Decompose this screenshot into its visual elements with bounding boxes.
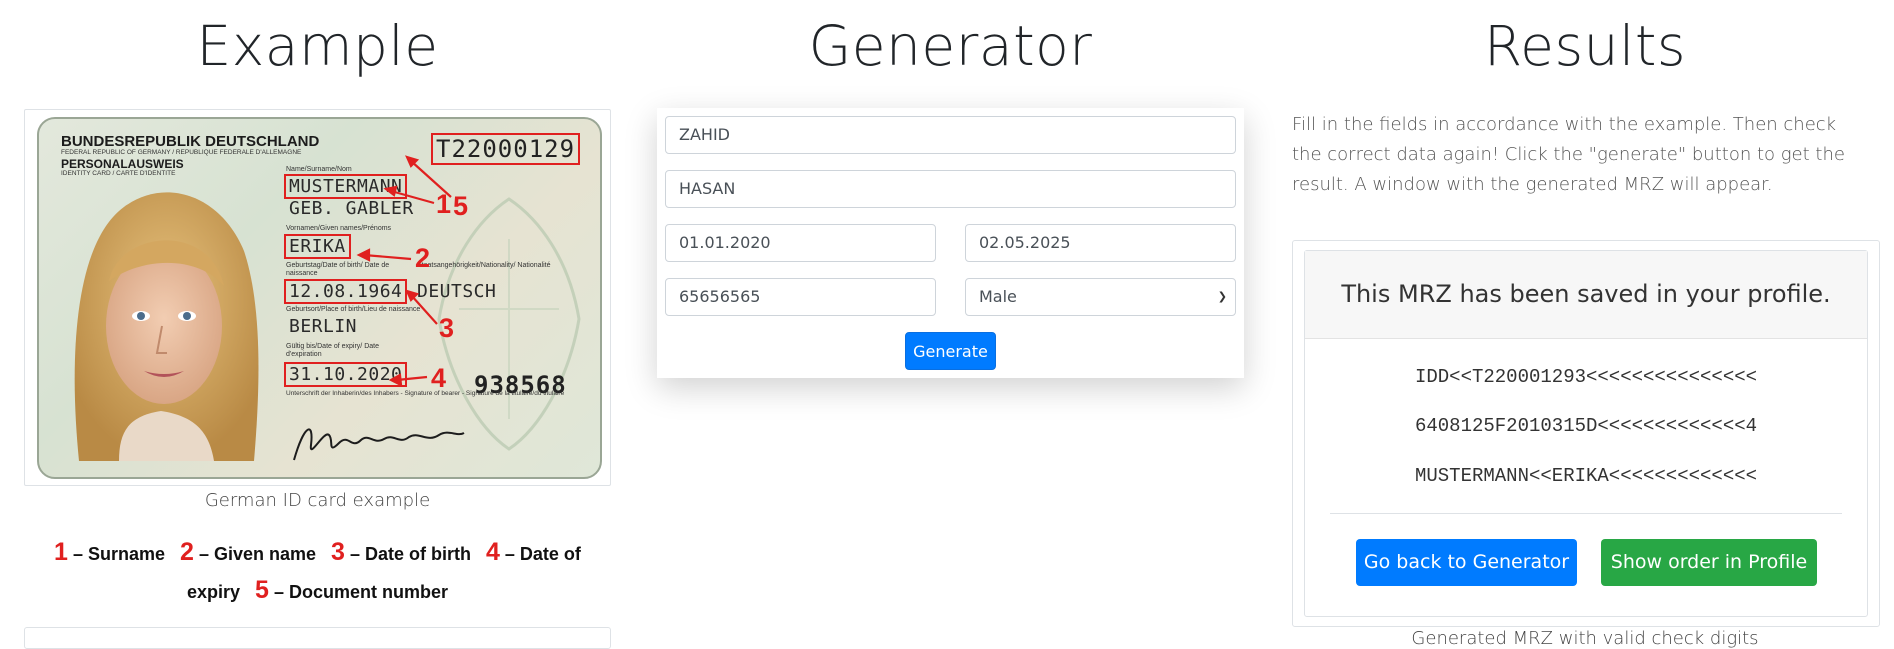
given-name-input[interactable]: HASAN	[665, 170, 1236, 208]
next-section-frame	[24, 627, 611, 649]
saved-message: This MRZ has been saved in your profile.	[1305, 251, 1867, 339]
legend-num-3: 3	[331, 538, 345, 566]
generator-form: ZAHID HASAN 01.01.2020 02.05.2025 656565…	[657, 108, 1244, 378]
marker-2: 2	[415, 243, 431, 273]
legend-num-4: 4	[485, 538, 500, 566]
dob-input[interactable]: 01.01.2020	[665, 224, 936, 262]
id-card-image: BUNDESREPUBLIK DEUTSCHLAND FEDERAL REPUB…	[37, 117, 602, 479]
generator-title: Generator	[808, 14, 1093, 78]
example-title: Example	[196, 14, 439, 78]
annotation-arrows	[356, 155, 452, 387]
mrz-line-3: MUSTERMANN<<ERIKA<<<<<<<<<<<<<	[1414, 465, 1758, 487]
legend-num-1: 1	[54, 538, 68, 566]
chevron-down-icon: ❯	[1217, 290, 1227, 303]
legend-num-2: 2	[180, 538, 194, 566]
legend-text-1: – Surname	[72, 544, 166, 564]
results-title: Results	[1483, 14, 1687, 78]
divider	[1330, 513, 1842, 514]
results-description: Fill in the fields in accordance with th…	[1292, 114, 1845, 195]
marker-1: 1	[436, 189, 452, 219]
show-order-button[interactable]: Show order in Profile	[1601, 539, 1817, 586]
id-card-example-figure: BUNDESREPUBLIK DEUTSCHLAND FEDERAL REPUB…	[24, 109, 611, 486]
mrz-line-2: 6408125F2010315D<<<<<<<<<<<<<4	[1414, 415, 1758, 437]
field-legend: 1 – Surname 2 – Given name 3 – Date of b…	[24, 534, 611, 610]
marker-3: 3	[439, 313, 455, 343]
marker-4: 4	[431, 363, 447, 393]
results-panel: This MRZ has been saved in your profile.…	[1292, 240, 1880, 627]
legend-text-2: – Given name	[198, 544, 317, 564]
expiry-input[interactable]: 02.05.2025	[965, 224, 1236, 262]
generate-button[interactable]: Generate	[905, 332, 996, 370]
mrz-result-card: This MRZ has been saved in your profile.…	[1304, 250, 1868, 617]
marker-5: 5	[453, 191, 469, 221]
surname-input[interactable]: ZAHID	[665, 116, 1236, 154]
mrz-line-1: IDD<<T220001293<<<<<<<<<<<<<<<	[1414, 366, 1758, 388]
sex-select-value: Male	[979, 287, 1017, 306]
doc-number-input[interactable]: 65656565	[665, 278, 936, 316]
legend-num-5: 5	[255, 576, 269, 604]
legend-text-5: – Document number	[273, 582, 448, 602]
sex-select[interactable]: Male ❯	[965, 278, 1236, 316]
legend-text-3: – Date of birth	[349, 544, 471, 564]
example-caption: German ID card example	[204, 490, 431, 511]
back-to-generator-button[interactable]: Go back to Generator	[1356, 539, 1577, 586]
results-caption: Generated MRZ with valid check digits	[1411, 628, 1759, 649]
